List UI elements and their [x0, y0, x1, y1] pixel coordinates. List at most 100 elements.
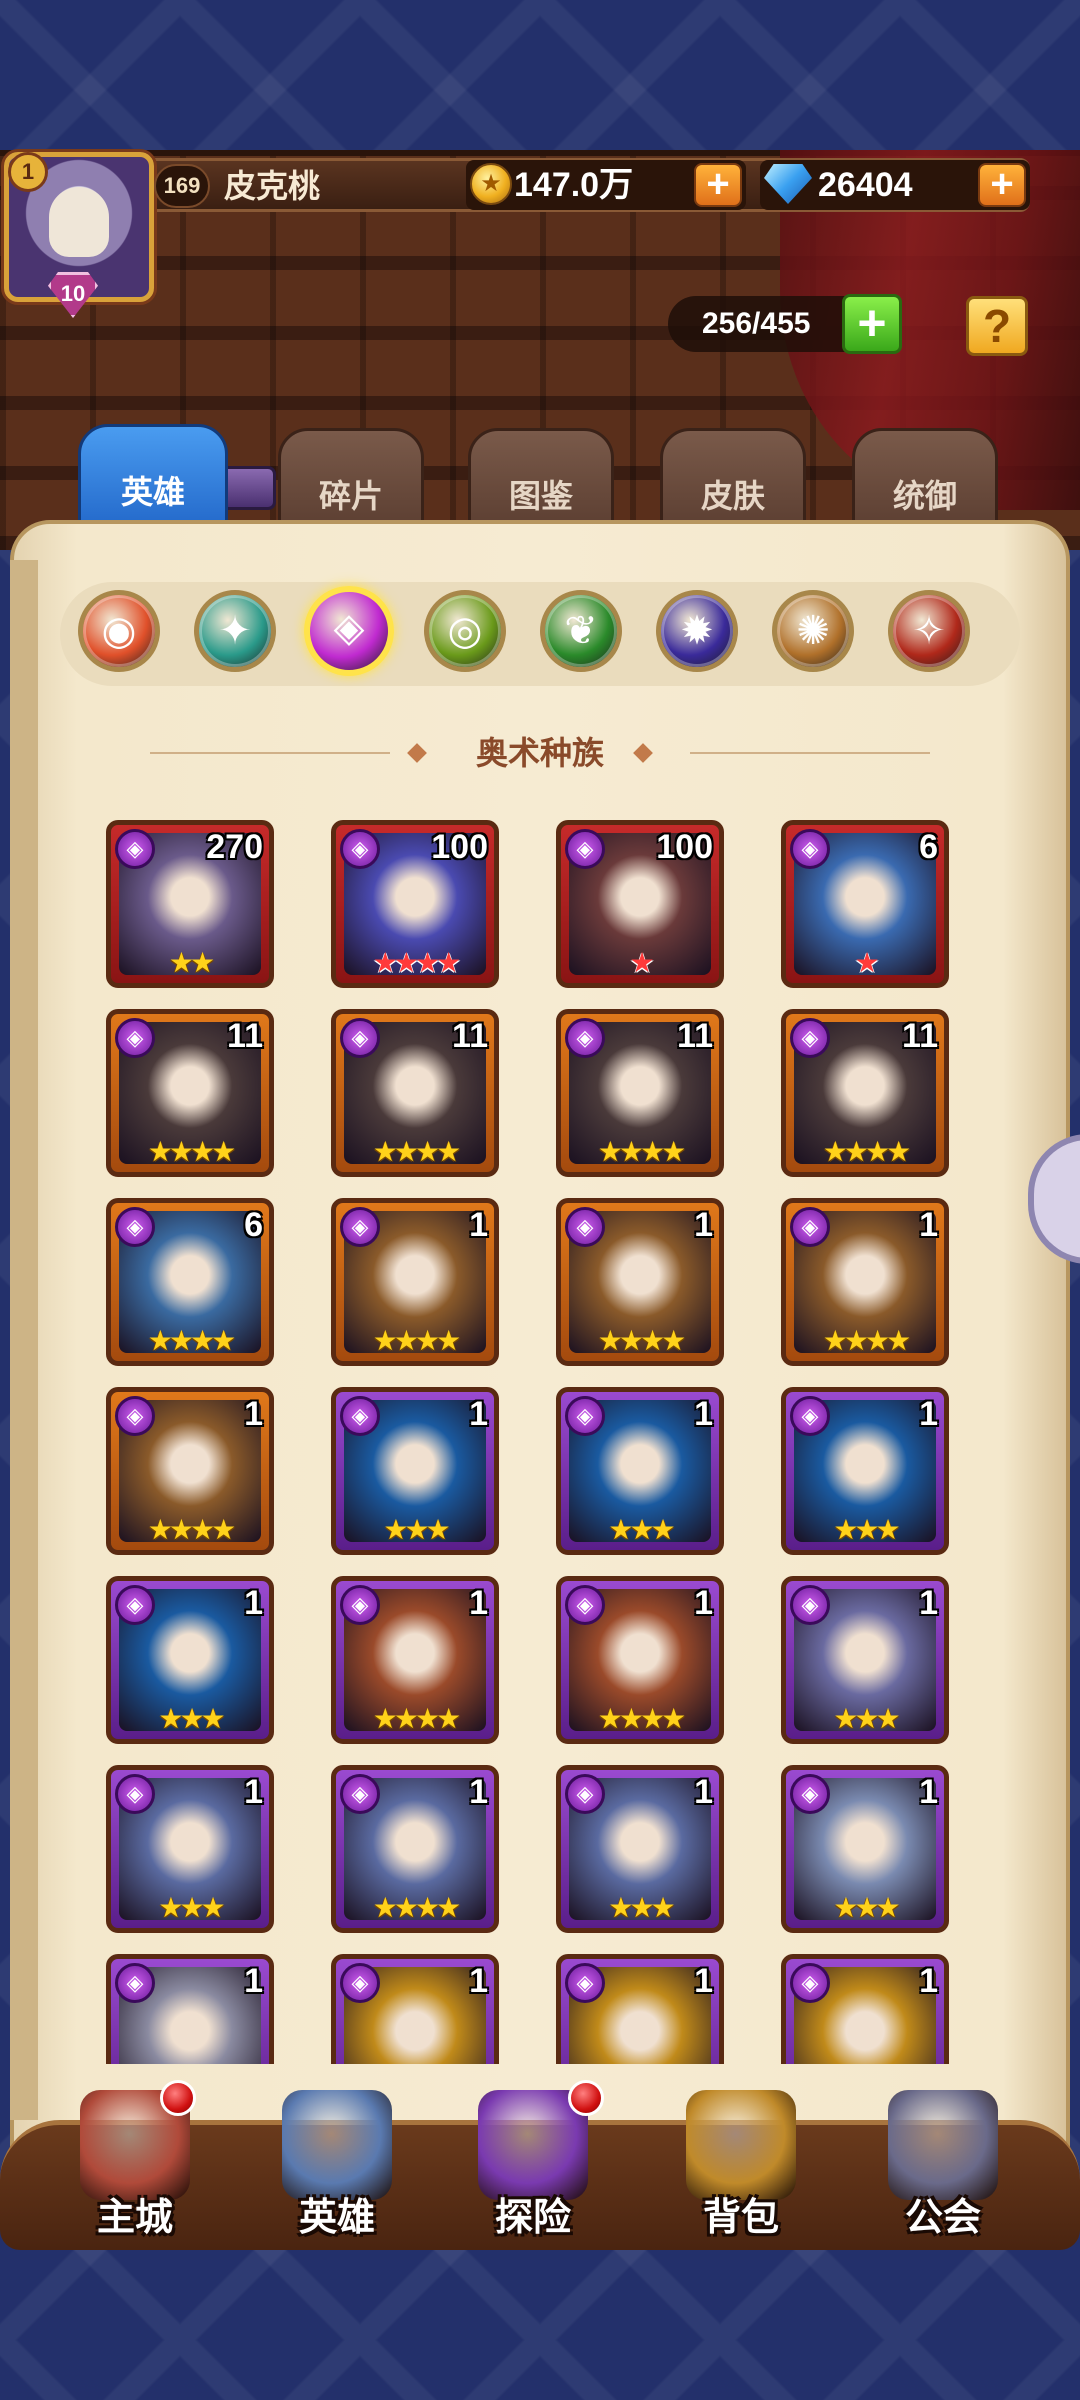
- hero-level: 1: [694, 1395, 713, 1433]
- hero-card[interactable]: ◈ 6 ★★★★: [106, 1198, 274, 1366]
- hero-card[interactable]: ◈ 11 ★★★★: [781, 1009, 949, 1177]
- arcane-race-icon: ◈: [115, 1585, 155, 1625]
- hero-card[interactable]: ◈ 1: [556, 1954, 724, 2064]
- expand-capacity-button[interactable]: +: [842, 294, 902, 354]
- earth-faction-icon[interactable]: ◎: [424, 590, 506, 672]
- hero-card[interactable]: ◈ 1 ★★★★: [331, 1576, 499, 1744]
- hero-card[interactable]: ◈ 1 ★★★★: [556, 1198, 724, 1366]
- faction-glyph: ◈: [333, 606, 365, 650]
- nav-label: 背包: [702, 2197, 779, 2239]
- hero-stars: ★★★★: [597, 1703, 686, 1734]
- hero-stars: ★★★★: [372, 1136, 461, 1167]
- hero-card[interactable]: ◈ 1 ★★★: [106, 1576, 274, 1744]
- hero-card[interactable]: ◈ 1 ★★★: [781, 1576, 949, 1744]
- hero-stars: ★: [629, 947, 654, 978]
- nav-label: 公会: [904, 2197, 981, 2239]
- add-gold-button[interactable]: +: [694, 163, 742, 207]
- nav-5[interactable]: 公会: [858, 2080, 1028, 2250]
- hero-card[interactable]: ◈ 6 ★: [781, 820, 949, 988]
- hero-level: 1: [469, 1584, 488, 1622]
- hero-level: 1: [694, 1773, 713, 1811]
- arcane-race-icon: ◈: [340, 1396, 380, 1436]
- arcane-race-icon: ◈: [340, 1963, 380, 2003]
- arcane-faction-icon[interactable]: ◈: [304, 586, 394, 676]
- hero-level: 1: [244, 1584, 263, 1622]
- hero-level: 1: [469, 1962, 488, 2000]
- fire-faction-icon[interactable]: ✧: [888, 590, 970, 672]
- hero-stars: ★★★★: [372, 947, 461, 978]
- hero-stars: ★★★★: [597, 1325, 686, 1356]
- hero-level: 1: [244, 1773, 263, 1811]
- nature-faction-icon[interactable]: ✦: [194, 590, 276, 672]
- hero-level: 270: [206, 828, 263, 866]
- rank-badge: 1: [8, 152, 48, 192]
- light-faction-icon[interactable]: ✺: [772, 590, 854, 672]
- hero-card[interactable]: ◈ 1: [106, 1954, 274, 2064]
- section-title: 奥术种族: [475, 735, 604, 771]
- help-button[interactable]: ?: [966, 296, 1028, 356]
- hero-card[interactable]: ◈ 11 ★★★★: [106, 1009, 274, 1177]
- hero-stars: ★★★: [833, 1703, 900, 1734]
- player-name: 皮克桃: [224, 168, 321, 204]
- hero-card[interactable]: ◈ 100 ★: [556, 820, 724, 988]
- hero-card[interactable]: ◈ 1 ★★★★: [556, 1576, 724, 1744]
- hero-card[interactable]: ◈ 270 ★★: [106, 820, 274, 988]
- arcane-race-icon: ◈: [115, 1396, 155, 1436]
- nav-4[interactable]: 背包: [656, 2080, 826, 2250]
- hero-card[interactable]: ◈ 1 ★★★: [556, 1765, 724, 1933]
- hero-stars: ★★★: [383, 1514, 450, 1545]
- arcane-race-icon: ◈: [565, 1396, 605, 1436]
- hero-stars: ★★★: [608, 1514, 675, 1545]
- hero-card[interactable]: ◈ 1 ★★★: [556, 1387, 724, 1555]
- hero-card[interactable]: ◈ 11 ★★★★: [556, 1009, 724, 1177]
- nav-label: 探险: [494, 2197, 571, 2239]
- gold-amount: 147.0万: [514, 166, 634, 204]
- hero-stars: ★★: [168, 947, 215, 978]
- hero-card[interactable]: ◈ 1 ★★★★: [106, 1387, 274, 1555]
- hero-card[interactable]: ◈ 1: [781, 1954, 949, 2064]
- hero-card[interactable]: ◈ 1 ★★★: [781, 1765, 949, 1933]
- hero-card[interactable]: ◈ 1 ★★★★: [331, 1198, 499, 1366]
- hero-card[interactable]: ◈ 100 ★★★★: [331, 820, 499, 988]
- hero-stars: ★★★★: [372, 1325, 461, 1356]
- hero-card[interactable]: ◈ 1 ★★★: [331, 1387, 499, 1555]
- hero-card[interactable]: ◈ 1: [331, 1954, 499, 2064]
- hero-stars: ★★★★: [147, 1325, 236, 1356]
- shadow-faction-icon[interactable]: ✹: [656, 590, 738, 672]
- hero-card[interactable]: ◈ 11 ★★★★: [331, 1009, 499, 1177]
- hero-stars: ★★★★: [372, 1703, 461, 1734]
- hero-level: 1: [244, 1395, 263, 1433]
- hero-level: 11: [902, 1017, 938, 1055]
- nav-3[interactable]: 探险: [448, 2080, 618, 2250]
- arcane-race-icon: ◈: [565, 1207, 605, 1247]
- nav-2[interactable]: 英雄: [252, 2080, 422, 2250]
- arcane-race-icon: ◈: [565, 829, 605, 869]
- hero-level: 1: [694, 1962, 713, 2000]
- arcane-race-icon: ◈: [790, 1396, 830, 1436]
- arcane-race-icon: ◈: [565, 1585, 605, 1625]
- hero-card[interactable]: ◈ 1 ★★★: [781, 1387, 949, 1555]
- faction-glyph: ◉: [101, 609, 137, 653]
- gold-coin-icon: ★: [470, 163, 512, 205]
- all-factions-icon[interactable]: ◉: [78, 590, 160, 672]
- forest-faction-icon[interactable]: ❦: [540, 590, 622, 672]
- arcane-race-icon: ◈: [790, 1774, 830, 1814]
- faction-glyph: ✺: [796, 609, 830, 653]
- arcane-race-icon: ◈: [115, 1207, 155, 1247]
- hero-level: 1: [919, 1584, 938, 1622]
- arcane-race-icon: ◈: [790, 1018, 830, 1058]
- arcane-race-icon: ◈: [115, 1963, 155, 2003]
- add-gems-button[interactable]: +: [978, 163, 1026, 207]
- hero-level: 1: [244, 1962, 263, 2000]
- arcane-race-icon: ◈: [790, 1207, 830, 1247]
- hero-card[interactable]: ◈ 1 ★★★★: [331, 1765, 499, 1933]
- arcane-race-icon: ◈: [340, 1585, 380, 1625]
- hero-card[interactable]: ◈ 1 ★★★★: [781, 1198, 949, 1366]
- nav-1[interactable]: 主城: [50, 2080, 220, 2250]
- arcane-race-icon: ◈: [565, 1963, 605, 2003]
- arcane-race-icon: ◈: [340, 1774, 380, 1814]
- hero-card[interactable]: ◈ 1 ★★★: [106, 1765, 274, 1933]
- hero-level: 1: [694, 1584, 713, 1622]
- hero-level: 1: [919, 1962, 938, 2000]
- hero-stars: ★: [854, 947, 879, 978]
